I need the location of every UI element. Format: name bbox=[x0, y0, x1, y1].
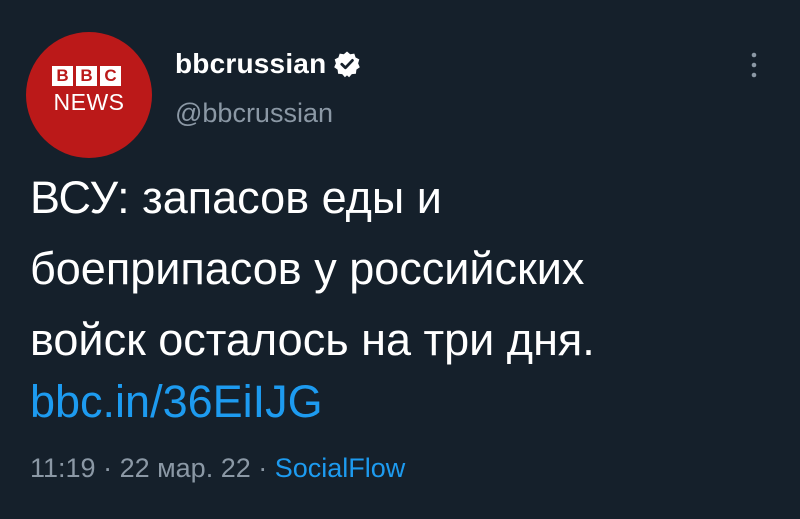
meta-separator: · bbox=[95, 453, 120, 483]
author-name-row: bbcrussian bbox=[175, 46, 361, 82]
tweet-source[interactable]: SocialFlow bbox=[275, 453, 406, 484]
bbc-logo: B B C bbox=[52, 66, 121, 86]
meta-separator: · bbox=[250, 453, 275, 483]
more-vertical-icon[interactable] bbox=[743, 50, 765, 84]
tweet-time[interactable]: 11:19 bbox=[30, 453, 96, 484]
tweet-card: B B C NEWS bbcrussian @bbcrussian ВСУ: з… bbox=[0, 0, 800, 519]
tweet-link[interactable]: bbc.in/36EiIJG bbox=[30, 372, 323, 432]
logo-letter: B bbox=[76, 66, 97, 86]
logo-subtext: NEWS bbox=[53, 89, 125, 115]
tweet-date[interactable]: 22 мар. 22 bbox=[120, 453, 251, 484]
logo-letter: C bbox=[100, 66, 121, 86]
logo-letter: B bbox=[52, 66, 73, 86]
tweet-meta: 11:19 · 22 мар. 22 · SocialFlow bbox=[30, 453, 405, 484]
user-handle[interactable]: @bbcrussian bbox=[175, 98, 333, 129]
tweet-text: ВСУ: запасов еды и боеприпасов у российс… bbox=[30, 172, 595, 365]
avatar[interactable]: B B C NEWS bbox=[26, 32, 152, 158]
verified-badge-icon bbox=[333, 50, 361, 78]
display-name[interactable]: bbcrussian bbox=[175, 48, 326, 80]
